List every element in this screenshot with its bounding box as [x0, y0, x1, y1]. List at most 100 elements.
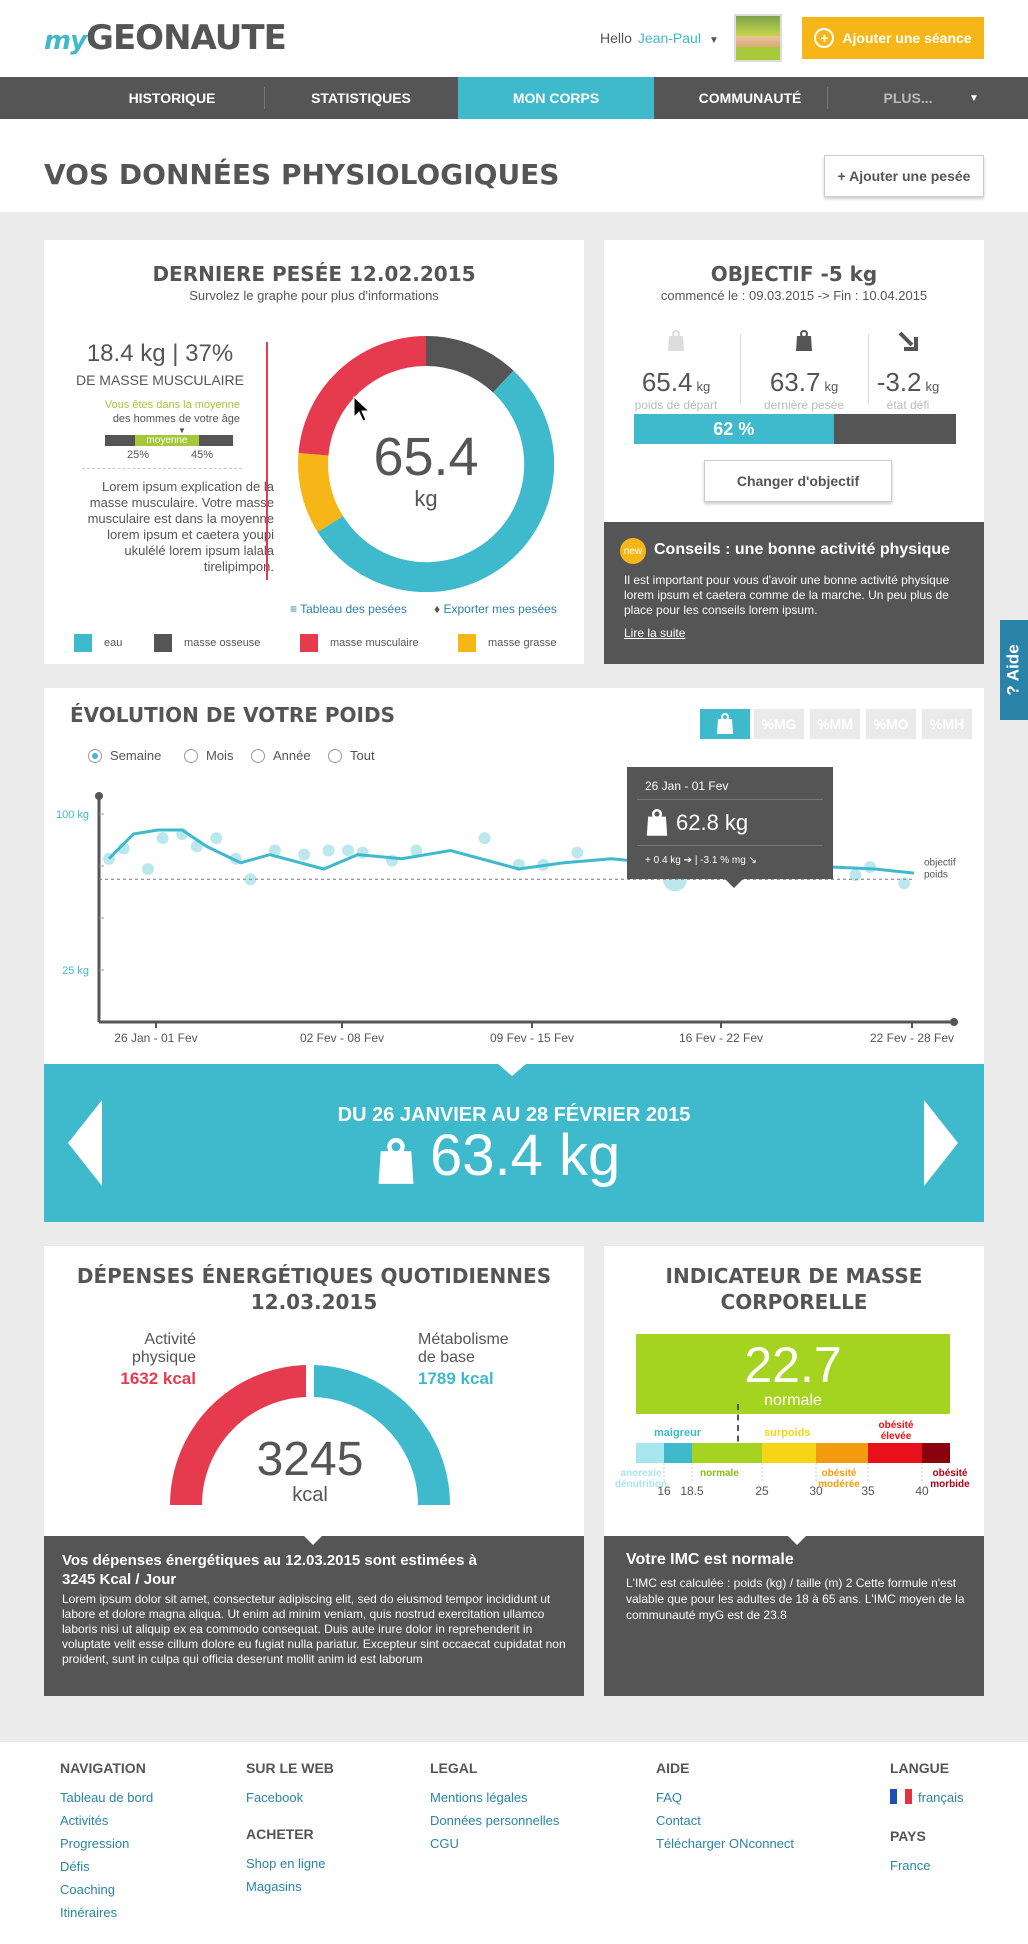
radio-button	[88, 748, 102, 763]
footer-navigation-title: NAVIGATION	[60, 1760, 146, 1776]
hello-label: Hello	[600, 30, 632, 46]
footer-link[interactable]: Données personnelles	[430, 1813, 559, 1828]
y-tick-label: 25 kg	[62, 965, 89, 977]
divider	[637, 845, 823, 846]
plus-icon: +	[814, 28, 835, 48]
last-label: dernière pesée	[763, 398, 845, 412]
data-point	[322, 844, 335, 857]
legend-muscle: masse musculaire	[300, 634, 419, 652]
avatar[interactable]	[734, 14, 782, 62]
legend-swatch	[154, 634, 172, 652]
nav-communaute[interactable]: COMMUNAUTÉ	[654, 77, 846, 119]
period-all[interactable]: Tout	[328, 748, 375, 763]
state-value: -3.2	[876, 367, 922, 397]
bmi-box-text: L'IMC est calculée : poids (kg) / taille…	[626, 1576, 965, 1622]
new-badge: new	[620, 538, 646, 564]
logo[interactable]: myGEONAUTE	[44, 18, 287, 58]
bmi-scale	[636, 1443, 950, 1463]
advice-read-more-link[interactable]: Lire la suite	[624, 626, 685, 640]
footer-link[interactable]: Facebook	[246, 1790, 303, 1805]
footer-link[interactable]: Shop en ligne	[246, 1856, 326, 1871]
divider	[740, 334, 741, 404]
footer-link[interactable]: Coaching	[60, 1882, 115, 1897]
divider	[637, 799, 823, 800]
bmi-label-obesite-moderee: obésité modérée	[818, 1468, 860, 1490]
footer-link[interactable]: Contact	[656, 1813, 701, 1828]
footer-link[interactable]: Magasins	[246, 1879, 302, 1894]
footer-link[interactable]: Mentions légales	[430, 1790, 528, 1805]
donut-unit: kg	[414, 486, 438, 511]
footer-link[interactable]: Progression	[60, 1836, 129, 1851]
x-tick-label: 02 Fev - 08 Fev	[300, 1031, 384, 1045]
average-note-2: des hommes de votre âge	[112, 413, 240, 425]
start-unit: kg	[696, 379, 711, 394]
bmi-tick-label: 18.5	[680, 1484, 704, 1498]
footer-link[interactable]: Tableau de bord	[60, 1790, 153, 1805]
footer-link[interactable]: Itinéraires	[60, 1905, 117, 1920]
help-tab[interactable]: ? Aide	[1000, 620, 1028, 720]
objective-progress-fill: 62 %	[634, 414, 834, 444]
tab-mo[interactable]: %MO	[866, 709, 916, 739]
arrow-down-right-icon	[898, 331, 918, 351]
list-icon: ≡	[290, 602, 301, 616]
tab-mh[interactable]: %MH	[922, 709, 972, 739]
data-point	[478, 832, 491, 845]
bmi-tick-label: 25	[755, 1484, 769, 1498]
data-point	[898, 877, 911, 890]
period-week[interactable]: Semaine	[88, 748, 161, 763]
tooltip-value: 62.8 kg	[676, 810, 749, 835]
period-year[interactable]: Année	[251, 748, 311, 763]
legend-water: eau	[74, 634, 122, 652]
add-session-button[interactable]: + Ajouter une séance	[802, 17, 984, 59]
nav-statistiques[interactable]: STATISTIQUES	[264, 77, 458, 119]
donut-segment-bone	[426, 336, 514, 393]
data-point	[210, 832, 223, 845]
period-month[interactable]: Mois	[184, 748, 233, 763]
language-link[interactable]: français	[918, 1790, 964, 1805]
table-link[interactable]: ≡ Tableau des pesées	[290, 602, 407, 616]
scale-icon	[378, 1138, 414, 1184]
footer-link[interactable]: CGU	[430, 1836, 459, 1851]
bmi-scale-segment	[692, 1443, 762, 1463]
bmi-box-title: Votre IMC est normale	[626, 1551, 794, 1568]
nav-plus-caret-icon[interactable]: ▼	[962, 77, 986, 119]
tab-weight[interactable]	[700, 709, 750, 739]
user-greeting: Hello Jean-Paul ▼	[600, 30, 719, 46]
nav-historique[interactable]: HISTORIQUE	[80, 77, 264, 119]
export-link[interactable]: ♦ Exporter mes pesées	[434, 602, 557, 616]
user-menu-caret-icon[interactable]: ▼	[709, 35, 719, 46]
summary-value: 63.4 kg	[430, 1123, 621, 1188]
change-objective-button[interactable]: Changer d'objectif	[704, 460, 892, 502]
footer-lang-title: LANGUE	[890, 1760, 950, 1776]
nav-mon-corps[interactable]: MON CORPS	[458, 77, 654, 119]
footer-help-title: AIDE	[656, 1760, 690, 1776]
user-name[interactable]: Jean-Paul	[638, 30, 701, 46]
footer-link[interactable]: FAQ	[656, 1790, 682, 1805]
bmi-label-maigreur: maigreur	[654, 1427, 702, 1439]
radio-button	[251, 748, 265, 763]
bmi-title-1: INDICATEUR DE MASSE	[665, 1264, 923, 1288]
bmi-scale-segment	[664, 1443, 692, 1463]
state-unit: kg	[925, 379, 940, 394]
last-weighing-subtitle: Survolez le graphe pour plus d'informati…	[189, 288, 439, 303]
tab-mm[interactable]: %MM	[810, 709, 860, 739]
objective-title: OBJECTIF -5 kg	[710, 262, 878, 286]
weight-chart[interactable]: 100 kg 25 kg objectifpoids 26 Jan - 01 Fev 0…	[44, 780, 984, 1064]
tab-mg[interactable]: %MG	[754, 709, 804, 739]
objective-label: poids	[924, 869, 948, 880]
bmi-label-normale: normale	[700, 1468, 739, 1479]
radio-button	[184, 748, 198, 763]
legend-swatch	[74, 634, 92, 652]
energy-box-title: Vos dépenses énergétiques au 12.03.2015 …	[62, 1552, 477, 1588]
footer-link[interactable]: Défis	[60, 1859, 90, 1874]
bmi-status: normale	[764, 1392, 822, 1409]
last-weighing-title: DERNIERE PESÉE 12.02.2015	[152, 262, 476, 286]
add-weighing-button[interactable]: + Ajouter une pesée	[824, 155, 984, 197]
footer-link[interactable]: Activités	[60, 1813, 108, 1828]
france-flag-icon	[890, 1789, 912, 1804]
footer-link[interactable]: Télécharger ONconnect	[656, 1836, 794, 1851]
country-link[interactable]: France	[890, 1858, 930, 1873]
activity-label-1: Activité	[144, 1331, 196, 1348]
advice-text: Il est important pour vous d'avoir une b…	[624, 573, 950, 617]
divider	[82, 468, 242, 469]
